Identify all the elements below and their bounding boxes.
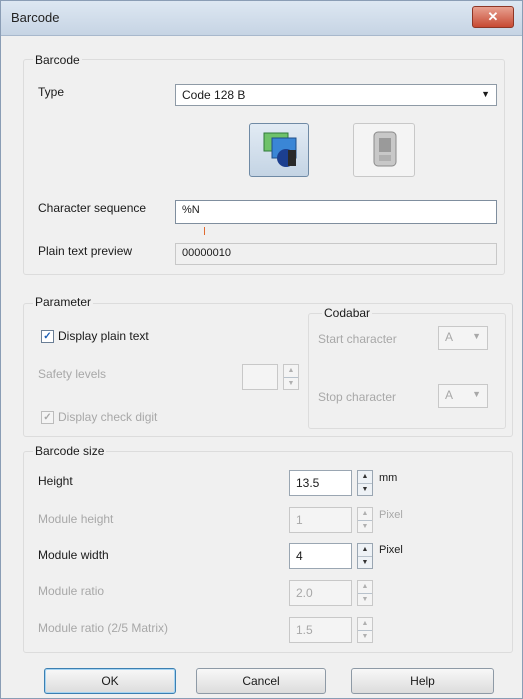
start-character-value: A [445,330,454,344]
spin-down-icon: ▼ [361,523,369,530]
spin-down-icon: ▼ [361,486,369,493]
barcode-scanner-button[interactable] [249,123,309,177]
module-ratio-label: Module ratio [38,584,105,598]
height-label: Height [38,474,73,488]
stop-character-value: A [445,388,454,402]
barcode-group-label: Barcode [33,53,82,67]
codabar-group-label: Codabar [322,306,373,320]
chevron-down-icon: ▼ [472,331,481,341]
module-height-unit: Pixel [379,509,403,521]
module-ratio-25-matrix-input[interactable]: 1.5 [289,617,352,643]
close-button[interactable]: ✕ [472,6,514,28]
help-button[interactable]: Help [351,668,494,694]
module-width-label: Module width [38,548,109,562]
spin-up-icon: ▲ [358,544,372,557]
safety-levels-input[interactable] [242,364,278,390]
stop-character-label: Stop character [318,390,397,404]
plain-text-preview-label: Plain text preview [38,244,133,258]
module-height-input[interactable]: 1 [289,507,352,533]
text-cursor-marker [204,227,205,235]
display-check-digit-label: Display check digit [58,410,158,424]
plain-text-preview-field: 00000010 [175,243,497,265]
module-height-label: Module height [38,512,114,526]
title-bar: Barcode ✕ [1,1,522,36]
display-plain-text-label: Display plain text [58,329,149,343]
module-width-unit: Pixel [379,544,403,556]
module-height-stepper[interactable]: ▲ ▼ [357,507,373,533]
type-label: Type [38,85,65,99]
module-ratio-stepper[interactable]: ▲ ▼ [357,580,373,606]
spin-up-icon: ▲ [284,365,298,378]
barcode-size-group-label: Barcode size [33,444,107,458]
spin-down-icon: ▼ [361,633,369,640]
type-select-value: Code 128 B [182,88,246,102]
module-ratio-input[interactable]: 2.0 [289,580,352,606]
spin-down-icon: ▼ [361,559,369,566]
start-character-select[interactable]: A ▼ [438,326,488,350]
module-ratio-25-matrix-label: Module ratio (2/5 Matrix) [38,621,169,635]
display-plain-text-checkbox[interactable]: ✓ [41,330,54,343]
handheld-scanner-icon [373,131,397,167]
spin-up-icon: ▲ [358,471,372,484]
stop-character-select[interactable]: A ▼ [438,384,488,408]
display-check-digit-checkbox[interactable]: ✓ [41,411,54,424]
spin-down-icon: ▼ [287,380,295,387]
module-width-input[interactable]: 4 [289,543,352,569]
character-sequence-label: Character sequence [38,201,147,215]
chevron-down-icon: ▼ [481,89,490,99]
character-sequence-input[interactable]: %N [175,200,497,224]
window-title: Barcode [11,10,60,25]
start-character-label: Start character [318,332,397,346]
spin-down-icon: ▼ [361,596,369,603]
height-input[interactable]: 13.5 [289,470,352,496]
parameter-group-label: Parameter [33,295,94,309]
cancel-button[interactable]: Cancel [196,668,326,694]
module-width-stepper[interactable]: ▲ ▼ [357,543,373,569]
chevron-down-icon: ▼ [472,389,481,399]
type-select[interactable]: Code 128 B ▼ [175,84,497,106]
handheld-scanner-button[interactable] [353,123,415,177]
barcode-scanner-icon [263,132,297,167]
spin-up-icon: ▲ [358,581,372,594]
safety-levels-label: Safety levels [38,367,107,381]
height-unit: mm [379,472,398,484]
spin-up-icon: ▲ [358,618,372,631]
safety-levels-stepper[interactable]: ▲ ▼ [283,364,299,390]
ok-button[interactable]: OK [44,668,176,694]
barcode-dialog: Barcode ✕ Barcode Type Code 128 B ▼ Char… [0,0,523,699]
height-stepper[interactable]: ▲ ▼ [357,470,373,496]
module-ratio-25-matrix-stepper[interactable]: ▲ ▼ [357,617,373,643]
spin-up-icon: ▲ [358,508,372,521]
